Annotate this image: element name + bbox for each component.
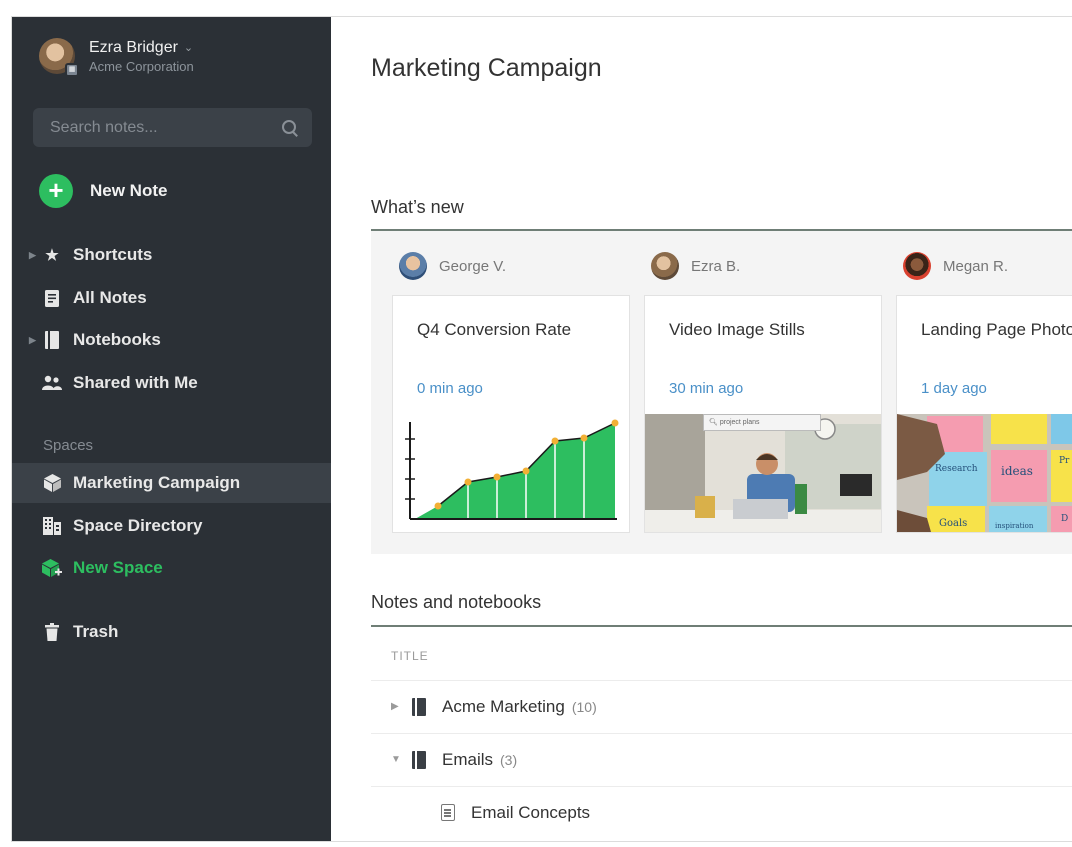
new-space-icon — [42, 558, 62, 578]
card-author[interactable]: Megan R. — [903, 251, 1008, 281]
notebook-title: Acme Marketing — [442, 696, 565, 716]
spaces-heading: Spaces — [43, 437, 94, 454]
note-row[interactable]: Email Concepts — [371, 786, 1072, 838]
trash-icon — [42, 622, 62, 642]
note-count: (3) — [500, 751, 518, 768]
avatar — [903, 252, 931, 280]
account-org: Acme Corporation — [89, 58, 194, 74]
card-author[interactable]: Ezra B. — [651, 251, 740, 281]
sidebar-item-new-space[interactable]: New Space — [12, 548, 331, 588]
collapse-caret-icon[interactable]: ▼ — [391, 754, 403, 765]
author-name: Ezra B. — [691, 257, 741, 275]
card-author[interactable]: George V. — [399, 251, 506, 281]
author-name: George V. — [439, 257, 506, 275]
sidebar-item-marketing-campaign[interactable]: Marketing Campaign — [12, 463, 331, 503]
sticky-note-text: D — [1061, 514, 1069, 524]
card-title: Q4 Conversion Rate — [417, 320, 572, 339]
expand-caret-icon[interactable]: ▶ — [29, 335, 36, 346]
notebook-icon — [412, 697, 426, 716]
building-icon — [42, 516, 62, 536]
sticky-note-text: Goals — [939, 518, 968, 529]
search-input[interactable]: Search notes... — [33, 108, 312, 147]
new-note-label: New Note — [90, 181, 168, 200]
note-icon — [42, 288, 62, 308]
column-header-title[interactable]: TITLE — [391, 649, 429, 663]
chevron-down-icon: ⌄ — [183, 42, 194, 54]
video-still-thumbnail: 🔍︎ project plans — [645, 414, 881, 532]
expand-caret-icon[interactable]: ▶ — [29, 250, 36, 261]
sidebar-item-trash[interactable]: Trash — [12, 612, 331, 652]
avatar — [399, 252, 427, 280]
whats-new-feed: George V. Q4 Conversion Rate 0 min ago E… — [371, 231, 1072, 554]
notes-notebooks-heading: Notes and notebooks — [371, 592, 542, 612]
sidebar-item-label: Marketing Campaign — [73, 473, 241, 492]
notebook-icon — [42, 330, 62, 350]
note-card[interactable]: Q4 Conversion Rate 0 min ago — [392, 295, 630, 533]
chart-thumbnail — [393, 414, 629, 532]
app-window: ▦ Ezra Bridger ⌄ Acme Corporation Search… — [11, 16, 1072, 842]
author-name: Megan R. — [943, 257, 1009, 275]
sticky-note-text: Research — [935, 464, 978, 474]
sidebar-item-shared-with-me[interactable]: Shared with Me — [12, 363, 331, 403]
new-note-button[interactable]: + New Note — [39, 174, 167, 208]
account-switcher[interactable]: ▦ Ezra Bridger ⌄ Acme Corporation — [39, 35, 194, 77]
account-name: Ezra Bridger — [89, 38, 178, 56]
card-timestamp: 1 day ago — [921, 380, 987, 397]
sticky-note-text: ideas — [1001, 464, 1033, 478]
card-title: Landing Page Photos — [921, 320, 1072, 339]
sidebar-item-space-directory[interactable]: Space Directory — [12, 506, 331, 546]
search-icon[interactable] — [281, 119, 299, 137]
main-content: Marketing Campaign What’s new George V. … — [331, 17, 1072, 841]
page-title: Marketing Campaign — [371, 54, 602, 82]
card-title: Video Image Stills — [669, 320, 805, 339]
divider — [371, 625, 1072, 627]
sidebar-item-label: Shortcuts — [73, 245, 153, 264]
notebook-row[interactable]: ▼ Emails (3) — [371, 733, 1072, 785]
notebook-title: Emails — [442, 749, 494, 769]
thumbnail-search-bar: 🔍︎ project plans — [703, 414, 821, 431]
business-badge-icon: ▦ — [65, 63, 79, 77]
whats-new-heading: What’s new — [371, 197, 464, 217]
sidebar-item-label: All Notes — [73, 288, 147, 307]
note-title: Email Concepts — [471, 802, 591, 822]
magnifier-icon: 🔍︎ — [709, 419, 718, 426]
card-timestamp: 0 min ago — [417, 380, 483, 397]
sidebar-item-notebooks[interactable]: ▶ Notebooks — [12, 320, 331, 360]
sidebar-item-label: Shared with Me — [73, 373, 198, 392]
sidebar-item-shortcuts[interactable]: ▶ ★ Shortcuts — [12, 235, 331, 275]
people-icon — [42, 373, 62, 393]
star-icon: ★ — [45, 247, 59, 264]
sidebar-item-label: Space Directory — [73, 516, 203, 535]
plus-icon: + — [39, 174, 73, 208]
note-count: (10) — [571, 698, 597, 715]
sidebar-item-label: New Space — [73, 558, 163, 577]
avatar: ▦ — [39, 38, 79, 77]
notebook-icon — [412, 750, 426, 769]
search-placeholder: Search notes... — [50, 118, 158, 136]
sticky-notes-thumbnail: Research ideas Goals inspiration Pr D — [897, 414, 1072, 532]
sidebar-item-all-notes[interactable]: All Notes — [12, 278, 331, 318]
expand-caret-icon[interactable]: ▶ — [391, 701, 403, 712]
cube-icon — [42, 473, 62, 493]
avatar — [651, 252, 679, 280]
notebook-row[interactable]: ▶ Acme Marketing (10) — [371, 680, 1072, 732]
sticky-note-text: inspiration — [995, 522, 1034, 530]
sidebar-item-label: Notebooks — [73, 330, 161, 349]
note-icon — [441, 804, 455, 821]
sticky-note-text: Pr — [1059, 456, 1070, 466]
note-card[interactable]: Video Image Stills 30 min ago 🔍︎ project… — [644, 295, 882, 533]
sidebar-item-label: Trash — [73, 622, 119, 641]
thumbnail-search-text: project plans — [719, 419, 760, 426]
card-timestamp: 30 min ago — [669, 380, 744, 397]
note-card[interactable]: Landing Page Photos 1 day ago Research i… — [896, 295, 1072, 533]
sidebar: ▦ Ezra Bridger ⌄ Acme Corporation Search… — [12, 17, 331, 841]
